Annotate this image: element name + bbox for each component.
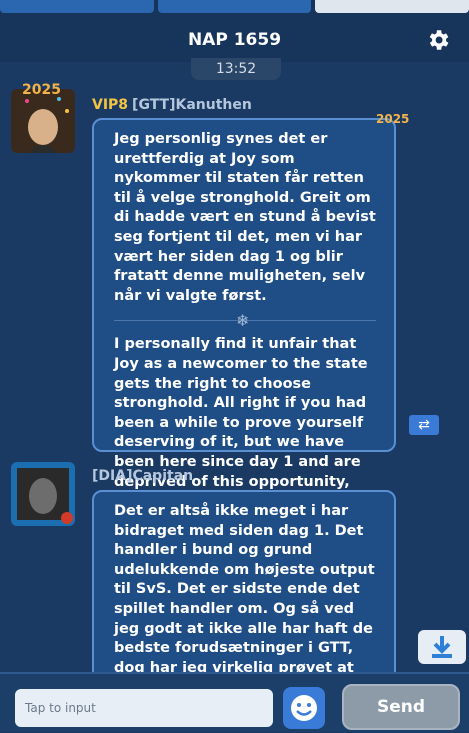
- chat-area[interactable]: 2025 VIP8 [GTT]Kanuthen Jeg personlig syn…: [0, 80, 469, 672]
- message-bubble[interactable]: Jeg personlig synes det er urettferdig a…: [92, 118, 396, 509]
- page-title: NAP 1659: [187, 30, 282, 50]
- download-icon: [432, 636, 452, 658]
- top-bar: NAP 1659: [0, 0, 469, 62]
- sender-name: [DIA]Capitan: [92, 468, 194, 484]
- avatar[interactable]: [11, 89, 75, 153]
- snowflake-icon: ❄: [236, 311, 250, 331]
- message-original-text: Jeg personlig synes det er urettferdig a…: [114, 131, 376, 304]
- vip-badge: VIP8: [92, 97, 129, 113]
- timestamp-pill: 13:52: [191, 58, 281, 80]
- top-tab-strip: [0, 0, 469, 13]
- swap-arrows-icon: ⇄: [418, 417, 430, 433]
- top-tab-1[interactable]: [0, 0, 154, 13]
- avatar[interactable]: [11, 462, 75, 526]
- chat-input[interactable]: Tap to input: [15, 689, 273, 727]
- top-tab-3[interactable]: [315, 0, 469, 13]
- message-original-text: Det er altså ikke meget i har bidraget m…: [114, 503, 375, 672]
- avatar-portrait-icon: [11, 89, 75, 153]
- sender-name-text: [GTT]Kanuthen: [132, 97, 252, 113]
- translate-button[interactable]: ⇄: [409, 415, 439, 435]
- emoji-button[interactable]: [283, 687, 325, 729]
- message-bubble[interactable]: Det er altså ikke meget i har bidraget m…: [92, 490, 396, 672]
- avatar-portrait-icon: [11, 462, 75, 526]
- gear-icon[interactable]: [425, 27, 451, 53]
- top-tab-2[interactable]: [157, 0, 312, 13]
- message-translation-text: I personally find it unfair that Joy as …: [114, 336, 368, 509]
- bubble-year-badge: 2025: [376, 112, 410, 126]
- download-button[interactable]: [418, 630, 466, 664]
- translation-divider: ❄: [114, 311, 376, 330]
- sender-name: VIP8 [GTT]Kanuthen: [92, 97, 252, 113]
- avatar-year-badge: 2025: [22, 82, 61, 98]
- smiley-icon: [291, 695, 317, 721]
- send-button[interactable]: Send: [342, 684, 460, 730]
